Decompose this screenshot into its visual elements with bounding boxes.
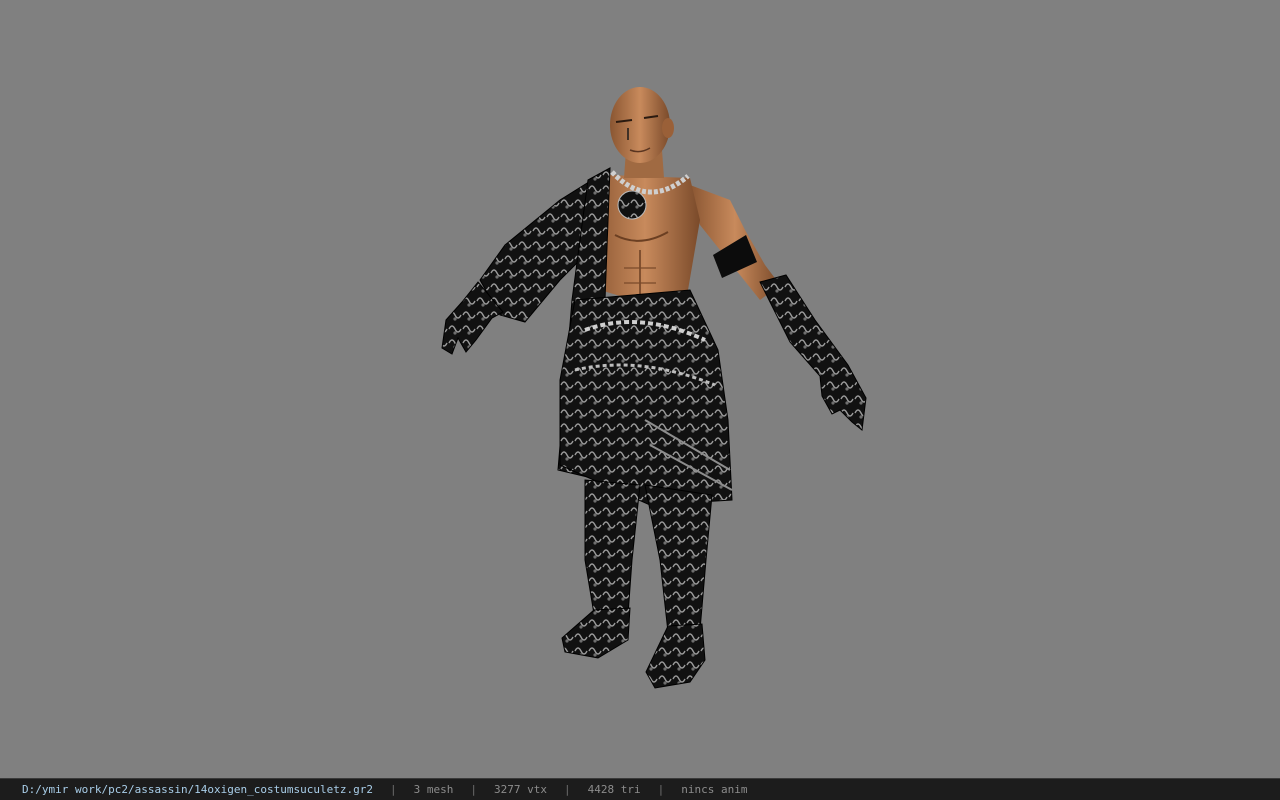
model-viewer-window: D:/ymir work/pc2/assassin/14oxigen_costu… — [0, 0, 1280, 800]
status-bar: D:/ymir work/pc2/assassin/14oxigen_costu… — [0, 778, 1280, 800]
right-leg — [644, 484, 713, 633]
triangle-count: 4428 tri — [587, 783, 641, 796]
right-glove — [759, 274, 867, 431]
separator: | — [390, 783, 397, 796]
animation-status: nincs anim — [681, 783, 748, 796]
right-boot — [645, 623, 706, 689]
separator: | — [563, 783, 571, 796]
file-path: D:/ymir work/pc2/assassin/14oxigen_costu… — [22, 783, 373, 796]
left-boot — [561, 607, 631, 659]
mesh-count: 3 mesh — [413, 783, 454, 796]
character-model — [441, 87, 867, 689]
separator: | — [470, 783, 477, 796]
vertex-count: 3277 vtx — [494, 783, 547, 796]
3d-viewport[interactable] — [0, 0, 1280, 778]
separator: | — [657, 783, 665, 796]
left-leg — [584, 479, 641, 621]
waist-armor — [559, 289, 733, 506]
